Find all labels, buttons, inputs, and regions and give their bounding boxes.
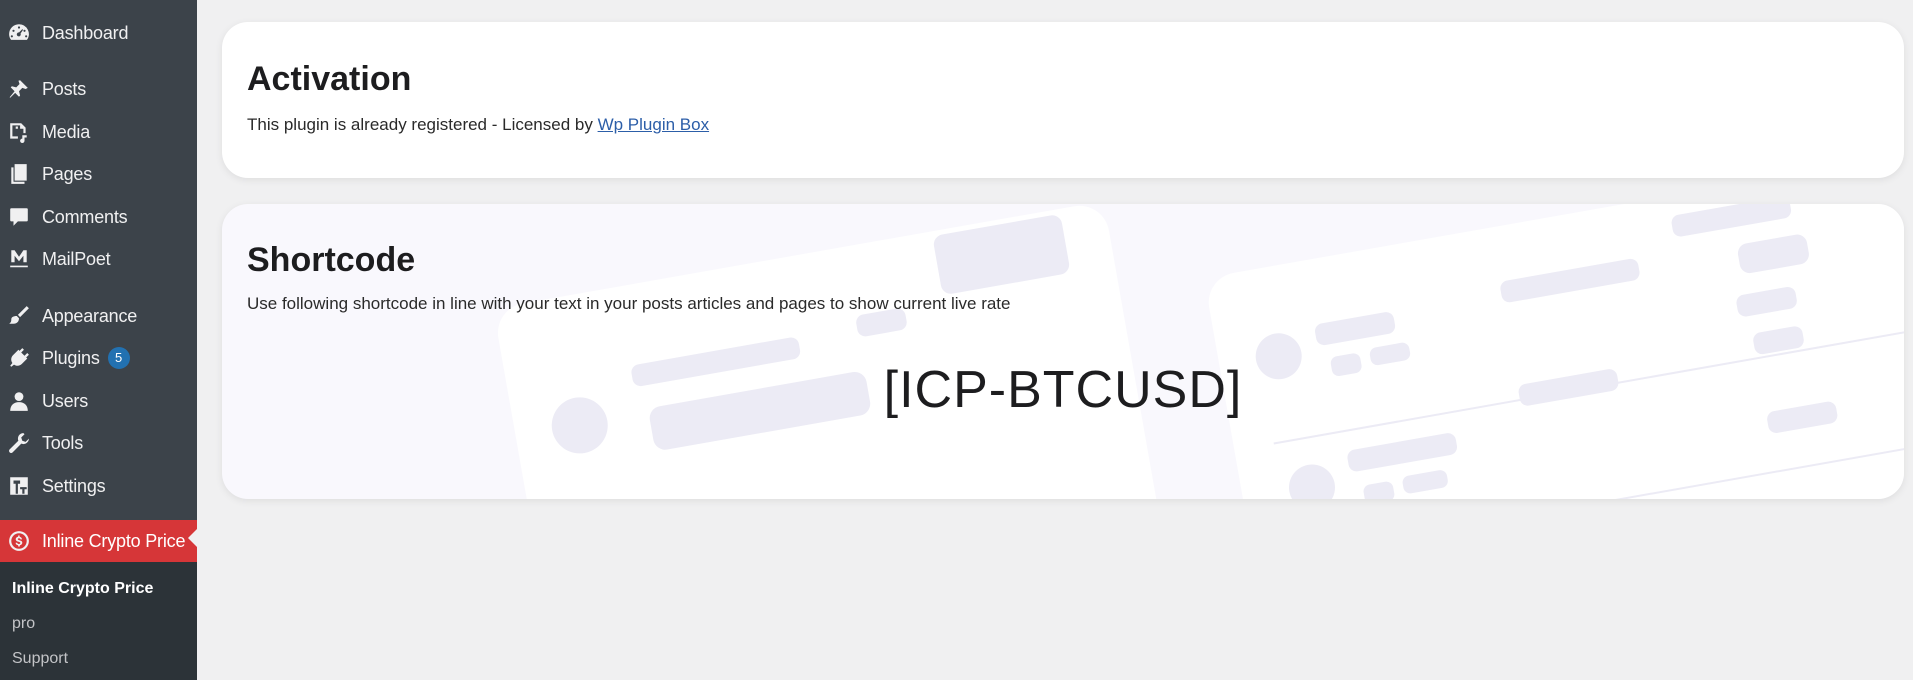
- menu-label: Pages: [42, 163, 93, 184]
- menu-comments[interactable]: Comments: [0, 199, 197, 235]
- menu-users[interactable]: Users: [0, 383, 197, 419]
- brush-icon: [0, 298, 30, 334]
- plugin-submenu: Inline Crypto Price pro Support: [0, 562, 197, 680]
- wrench-icon: [0, 425, 30, 461]
- activation-status-text: This plugin is already registered - Lice…: [247, 115, 709, 135]
- dashboard-icon: [0, 15, 30, 51]
- activation-card: Activation This plugin is already regist…: [222, 22, 1904, 178]
- activation-title: Activation: [247, 60, 412, 98]
- menu-plugins[interactable]: Plugins 5: [0, 340, 197, 376]
- menu-dashboard[interactable]: Dashboard: [0, 15, 197, 51]
- wp-plugin-box-link[interactable]: Wp Plugin Box: [598, 115, 710, 134]
- menu-label: Media: [42, 121, 91, 142]
- shortcode-card: Shortcode Use following shortcode in lin…: [222, 204, 1904, 499]
- menu-mailpoet[interactable]: MailPoet: [0, 241, 197, 277]
- dollar-icon: [0, 523, 30, 559]
- shortcode-description: Use following shortcode in line with you…: [247, 294, 1011, 313]
- settings-icon: [0, 468, 30, 504]
- user-icon: [0, 383, 30, 419]
- menu-settings[interactable]: Settings: [0, 468, 197, 504]
- menu-label: Comments: [42, 206, 128, 227]
- plugin-icon: [0, 340, 30, 376]
- submenu-support[interactable]: Support: [12, 650, 68, 668]
- menu-label: Dashboard: [42, 22, 129, 43]
- comment-icon: [0, 199, 30, 235]
- pin-icon: [0, 71, 30, 107]
- menu-label: MailPoet: [42, 248, 111, 269]
- menu-media[interactable]: Media: [0, 114, 197, 150]
- menu-pages[interactable]: Pages: [0, 156, 197, 192]
- media-icon: [0, 114, 30, 150]
- shortcode-value[interactable]: [ICP-BTCUSD]: [222, 360, 1904, 420]
- submenu-inline-crypto-price[interactable]: Inline Crypto Price: [12, 580, 153, 598]
- plugins-update-badge: 5: [107, 347, 130, 369]
- pages-icon: [0, 156, 30, 192]
- menu-tools[interactable]: Tools: [0, 425, 197, 461]
- submenu-pro[interactable]: pro: [12, 615, 35, 633]
- menu-label: Appearance: [42, 305, 138, 326]
- menu-label: Settings: [42, 475, 106, 496]
- menu-label: Users: [42, 390, 89, 411]
- menu-label: Plugins: [42, 347, 100, 368]
- menu-posts[interactable]: Posts: [0, 71, 197, 107]
- menu-label: Posts: [42, 78, 87, 99]
- menu-label: Inline Crypto Price: [42, 530, 186, 551]
- shortcode-title: Shortcode: [247, 241, 416, 279]
- admin-sidebar: Dashboard Posts Media Pages Comments Mai…: [0, 0, 197, 680]
- menu-inline-crypto-price[interactable]: Inline Crypto Price: [0, 520, 197, 562]
- menu-appearance[interactable]: Appearance: [0, 298, 197, 334]
- mailpoet-icon: [0, 241, 30, 277]
- menu-label: Tools: [42, 432, 84, 453]
- activation-text: This plugin is already registered - Lice…: [247, 115, 598, 134]
- decorative-background: [497, 204, 1904, 499]
